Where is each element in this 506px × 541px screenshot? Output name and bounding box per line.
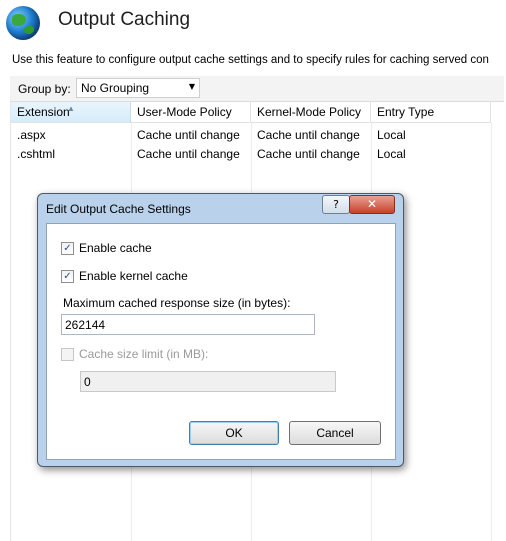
enable-cache-label: Enable cache	[79, 241, 152, 255]
column-header-entry-type[interactable]: Entry Type	[371, 102, 491, 123]
page-description: Use this feature to configure output cac…	[12, 54, 489, 66]
max-response-size-input[interactable]: 262144	[61, 314, 315, 335]
cell-entry-type: Local	[377, 128, 406, 142]
close-button[interactable]: ✕	[349, 195, 395, 214]
column-header-label: Extension	[17, 105, 70, 119]
checkmark-icon: ✓	[63, 271, 72, 282]
cancel-button[interactable]: Cancel	[289, 421, 381, 445]
table-row[interactable]: .cshtml Cache until change Cache until c…	[11, 144, 491, 164]
enable-cache-checkbox[interactable]: ✓	[61, 242, 74, 255]
column-header-user-mode-policy[interactable]: User-Mode Policy	[131, 102, 251, 123]
column-header-kernel-mode-policy[interactable]: Kernel-Mode Policy	[251, 102, 371, 123]
cell-kernel-mode-policy: Cache until change	[257, 128, 360, 142]
cache-size-limit-checkbox[interactable]	[61, 348, 74, 361]
column-divider	[491, 123, 492, 541]
group-by-toolbar: Group by: No Grouping ▼	[10, 76, 504, 102]
dialog-title: Edit Output Cache Settings	[46, 202, 191, 216]
cell-user-mode-policy: Cache until change	[137, 128, 240, 142]
sort-ascending-icon: ▲	[67, 104, 75, 113]
page-title: Output Caching	[58, 9, 191, 30]
enable-kernel-cache-checkbox[interactable]: ✓	[61, 270, 74, 283]
max-response-size-label: Maximum cached response size (in bytes):	[63, 296, 291, 310]
cell-entry-type: Local	[377, 147, 406, 161]
table-row[interactable]: .aspx Cache until change Cache until cha…	[11, 124, 491, 144]
group-by-label: Group by:	[18, 82, 71, 96]
chevron-down-icon: ▼	[188, 82, 195, 91]
cell-kernel-mode-policy: Cache until change	[257, 147, 360, 161]
edit-output-cache-settings-dialog: Edit Output Cache Settings ? ✕ ✓ Enable …	[37, 193, 404, 467]
group-by-dropdown[interactable]: No Grouping ▼	[76, 78, 200, 98]
cell-user-mode-policy: Cache until change	[137, 147, 240, 161]
cell-extension: .aspx	[17, 128, 46, 142]
dialog-body: ✓ Enable cache ✓ Enable kernel cache Max…	[46, 223, 396, 460]
enable-kernel-cache-label: Enable kernel cache	[79, 269, 188, 283]
help-button[interactable]: ?	[322, 195, 350, 214]
cell-extension: .cshtml	[17, 147, 56, 161]
ok-button[interactable]: OK	[189, 421, 279, 445]
globe-icon	[6, 6, 40, 40]
cache-size-limit-label: Cache size limit (in MB):	[79, 347, 209, 361]
close-icon: ✕	[366, 197, 378, 211]
cache-size-limit-input[interactable]: 0	[80, 371, 336, 392]
group-by-value: No Grouping	[81, 81, 150, 95]
checkmark-icon: ✓	[63, 243, 72, 254]
help-icon: ?	[333, 198, 339, 211]
column-header-extension[interactable]: Extension ▲	[11, 102, 131, 123]
